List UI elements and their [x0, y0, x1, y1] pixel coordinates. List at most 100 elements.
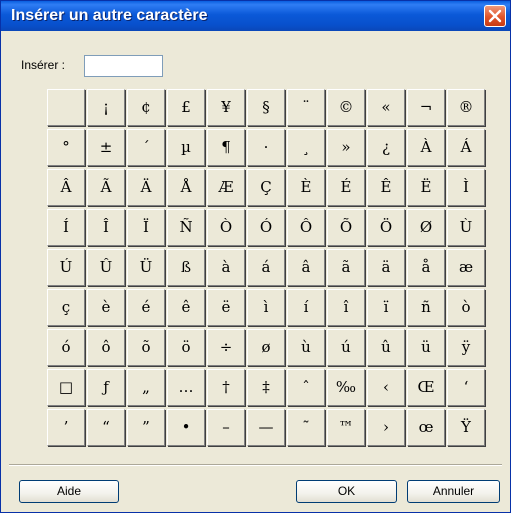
- character-cell[interactable]: Î: [87, 209, 125, 246]
- character-cell[interactable]: Å: [167, 169, 205, 206]
- character-cell[interactable]: ì: [247, 289, 285, 326]
- character-cell[interactable]: ü: [407, 329, 445, 366]
- character-cell[interactable]: ©: [327, 89, 365, 126]
- character-cell[interactable]: „: [127, 369, 165, 406]
- character-cell[interactable]: Ù: [447, 209, 485, 246]
- character-cell[interactable]: á: [247, 249, 285, 286]
- character-cell[interactable]: »: [327, 129, 365, 166]
- character-cell[interactable]: £: [167, 89, 205, 126]
- character-cell[interactable]: ‹: [367, 369, 405, 406]
- character-cell[interactable]: Ä: [127, 169, 165, 206]
- character-cell[interactable]: Ø: [407, 209, 445, 246]
- character-cell[interactable]: ™: [327, 409, 365, 446]
- character-cell[interactable]: °: [47, 129, 85, 166]
- character-cell[interactable]: Ë: [407, 169, 445, 206]
- character-cell[interactable]: Ì: [447, 169, 485, 206]
- character-cell[interactable]: [47, 89, 85, 126]
- character-cell[interactable]: Œ: [407, 369, 445, 406]
- character-cell[interactable]: ê: [167, 289, 205, 326]
- character-cell[interactable]: æ: [447, 249, 485, 286]
- character-cell[interactable]: Á: [447, 129, 485, 166]
- character-cell[interactable]: Ÿ: [447, 409, 485, 446]
- character-cell[interactable]: Õ: [327, 209, 365, 246]
- character-cell[interactable]: ù: [287, 329, 325, 366]
- character-cell[interactable]: ¡: [87, 89, 125, 126]
- character-cell[interactable]: ò: [447, 289, 485, 326]
- character-cell[interactable]: Û: [87, 249, 125, 286]
- character-cell[interactable]: Ü: [127, 249, 165, 286]
- character-cell[interactable]: Ñ: [167, 209, 205, 246]
- character-cell[interactable]: ˜: [287, 409, 325, 446]
- character-cell[interactable]: ·: [247, 129, 285, 166]
- character-cell[interactable]: §: [247, 89, 285, 126]
- character-cell[interactable]: «: [367, 89, 405, 126]
- character-cell[interactable]: ›: [367, 409, 405, 446]
- close-button[interactable]: [484, 5, 506, 27]
- character-cell[interactable]: Ú: [47, 249, 85, 286]
- character-cell[interactable]: ¨: [287, 89, 325, 126]
- character-cell[interactable]: ®: [447, 89, 485, 126]
- cancel-button[interactable]: Annuler: [407, 480, 500, 503]
- character-cell[interactable]: ”: [127, 409, 165, 446]
- character-cell[interactable]: ô: [87, 329, 125, 366]
- character-cell[interactable]: ñ: [407, 289, 445, 326]
- character-cell[interactable]: …: [167, 369, 205, 406]
- character-cell[interactable]: Í: [47, 209, 85, 246]
- character-cell[interactable]: ¥: [207, 89, 245, 126]
- character-cell[interactable]: Â: [47, 169, 85, 206]
- character-cell[interactable]: Ö: [367, 209, 405, 246]
- character-cell[interactable]: Ê: [367, 169, 405, 206]
- character-cell[interactable]: “: [87, 409, 125, 446]
- character-cell[interactable]: Ç: [247, 169, 285, 206]
- character-cell[interactable]: â: [287, 249, 325, 286]
- character-cell[interactable]: ¬: [407, 89, 445, 126]
- character-cell[interactable]: î: [327, 289, 365, 326]
- character-cell[interactable]: ë: [207, 289, 245, 326]
- character-cell[interactable]: ú: [327, 329, 365, 366]
- character-cell[interactable]: Ã: [87, 169, 125, 206]
- character-cell[interactable]: À: [407, 129, 445, 166]
- character-cell[interactable]: —: [247, 409, 285, 446]
- character-cell[interactable]: ˆ: [287, 369, 325, 406]
- character-cell[interactable]: Ò: [207, 209, 245, 246]
- character-cell[interactable]: ±: [87, 129, 125, 166]
- character-cell[interactable]: ¢: [127, 89, 165, 126]
- character-cell[interactable]: å: [407, 249, 445, 286]
- character-cell[interactable]: à: [207, 249, 245, 286]
- ok-button[interactable]: OK: [296, 480, 397, 503]
- character-cell[interactable]: ã: [327, 249, 365, 286]
- character-cell[interactable]: □: [47, 369, 85, 406]
- character-cell[interactable]: Ï: [127, 209, 165, 246]
- character-cell[interactable]: ‘: [447, 369, 485, 406]
- character-cell[interactable]: È: [287, 169, 325, 206]
- character-cell[interactable]: •: [167, 409, 205, 446]
- title-bar[interactable]: Insérer un autre caractère: [1, 1, 510, 31]
- character-cell[interactable]: è: [87, 289, 125, 326]
- character-cell[interactable]: ¸: [287, 129, 325, 166]
- character-cell[interactable]: ç: [47, 289, 85, 326]
- character-cell[interactable]: Æ: [207, 169, 245, 206]
- character-cell[interactable]: ï: [367, 289, 405, 326]
- character-cell[interactable]: ö: [167, 329, 205, 366]
- character-cell[interactable]: û: [367, 329, 405, 366]
- character-cell[interactable]: –: [207, 409, 245, 446]
- character-cell[interactable]: ‡: [247, 369, 285, 406]
- character-cell[interactable]: ä: [367, 249, 405, 286]
- character-cell[interactable]: ß: [167, 249, 205, 286]
- character-cell[interactable]: ‰: [327, 369, 365, 406]
- character-cell[interactable]: Ó: [247, 209, 285, 246]
- character-cell[interactable]: ´: [127, 129, 165, 166]
- character-cell[interactable]: †: [207, 369, 245, 406]
- character-cell[interactable]: ƒ: [87, 369, 125, 406]
- character-cell[interactable]: œ: [407, 409, 445, 446]
- character-cell[interactable]: ó: [47, 329, 85, 366]
- character-cell[interactable]: ø: [247, 329, 285, 366]
- character-cell[interactable]: é: [127, 289, 165, 326]
- character-cell[interactable]: õ: [127, 329, 165, 366]
- character-cell[interactable]: í: [287, 289, 325, 326]
- character-cell[interactable]: É: [327, 169, 365, 206]
- character-cell[interactable]: ¶: [207, 129, 245, 166]
- character-cell[interactable]: ¿: [367, 129, 405, 166]
- character-cell[interactable]: µ: [167, 129, 205, 166]
- character-cell[interactable]: ’: [47, 409, 85, 446]
